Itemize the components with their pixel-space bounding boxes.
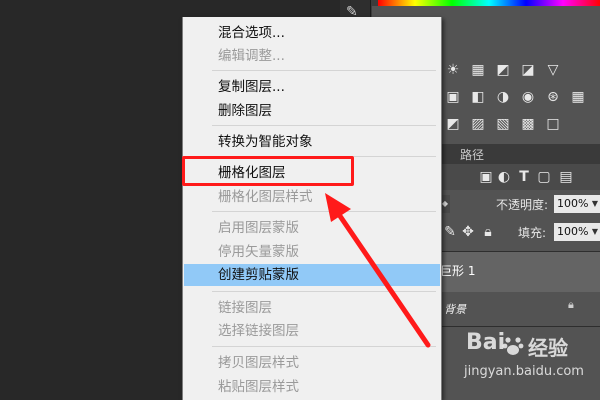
annotation-arrow [325, 193, 431, 348]
